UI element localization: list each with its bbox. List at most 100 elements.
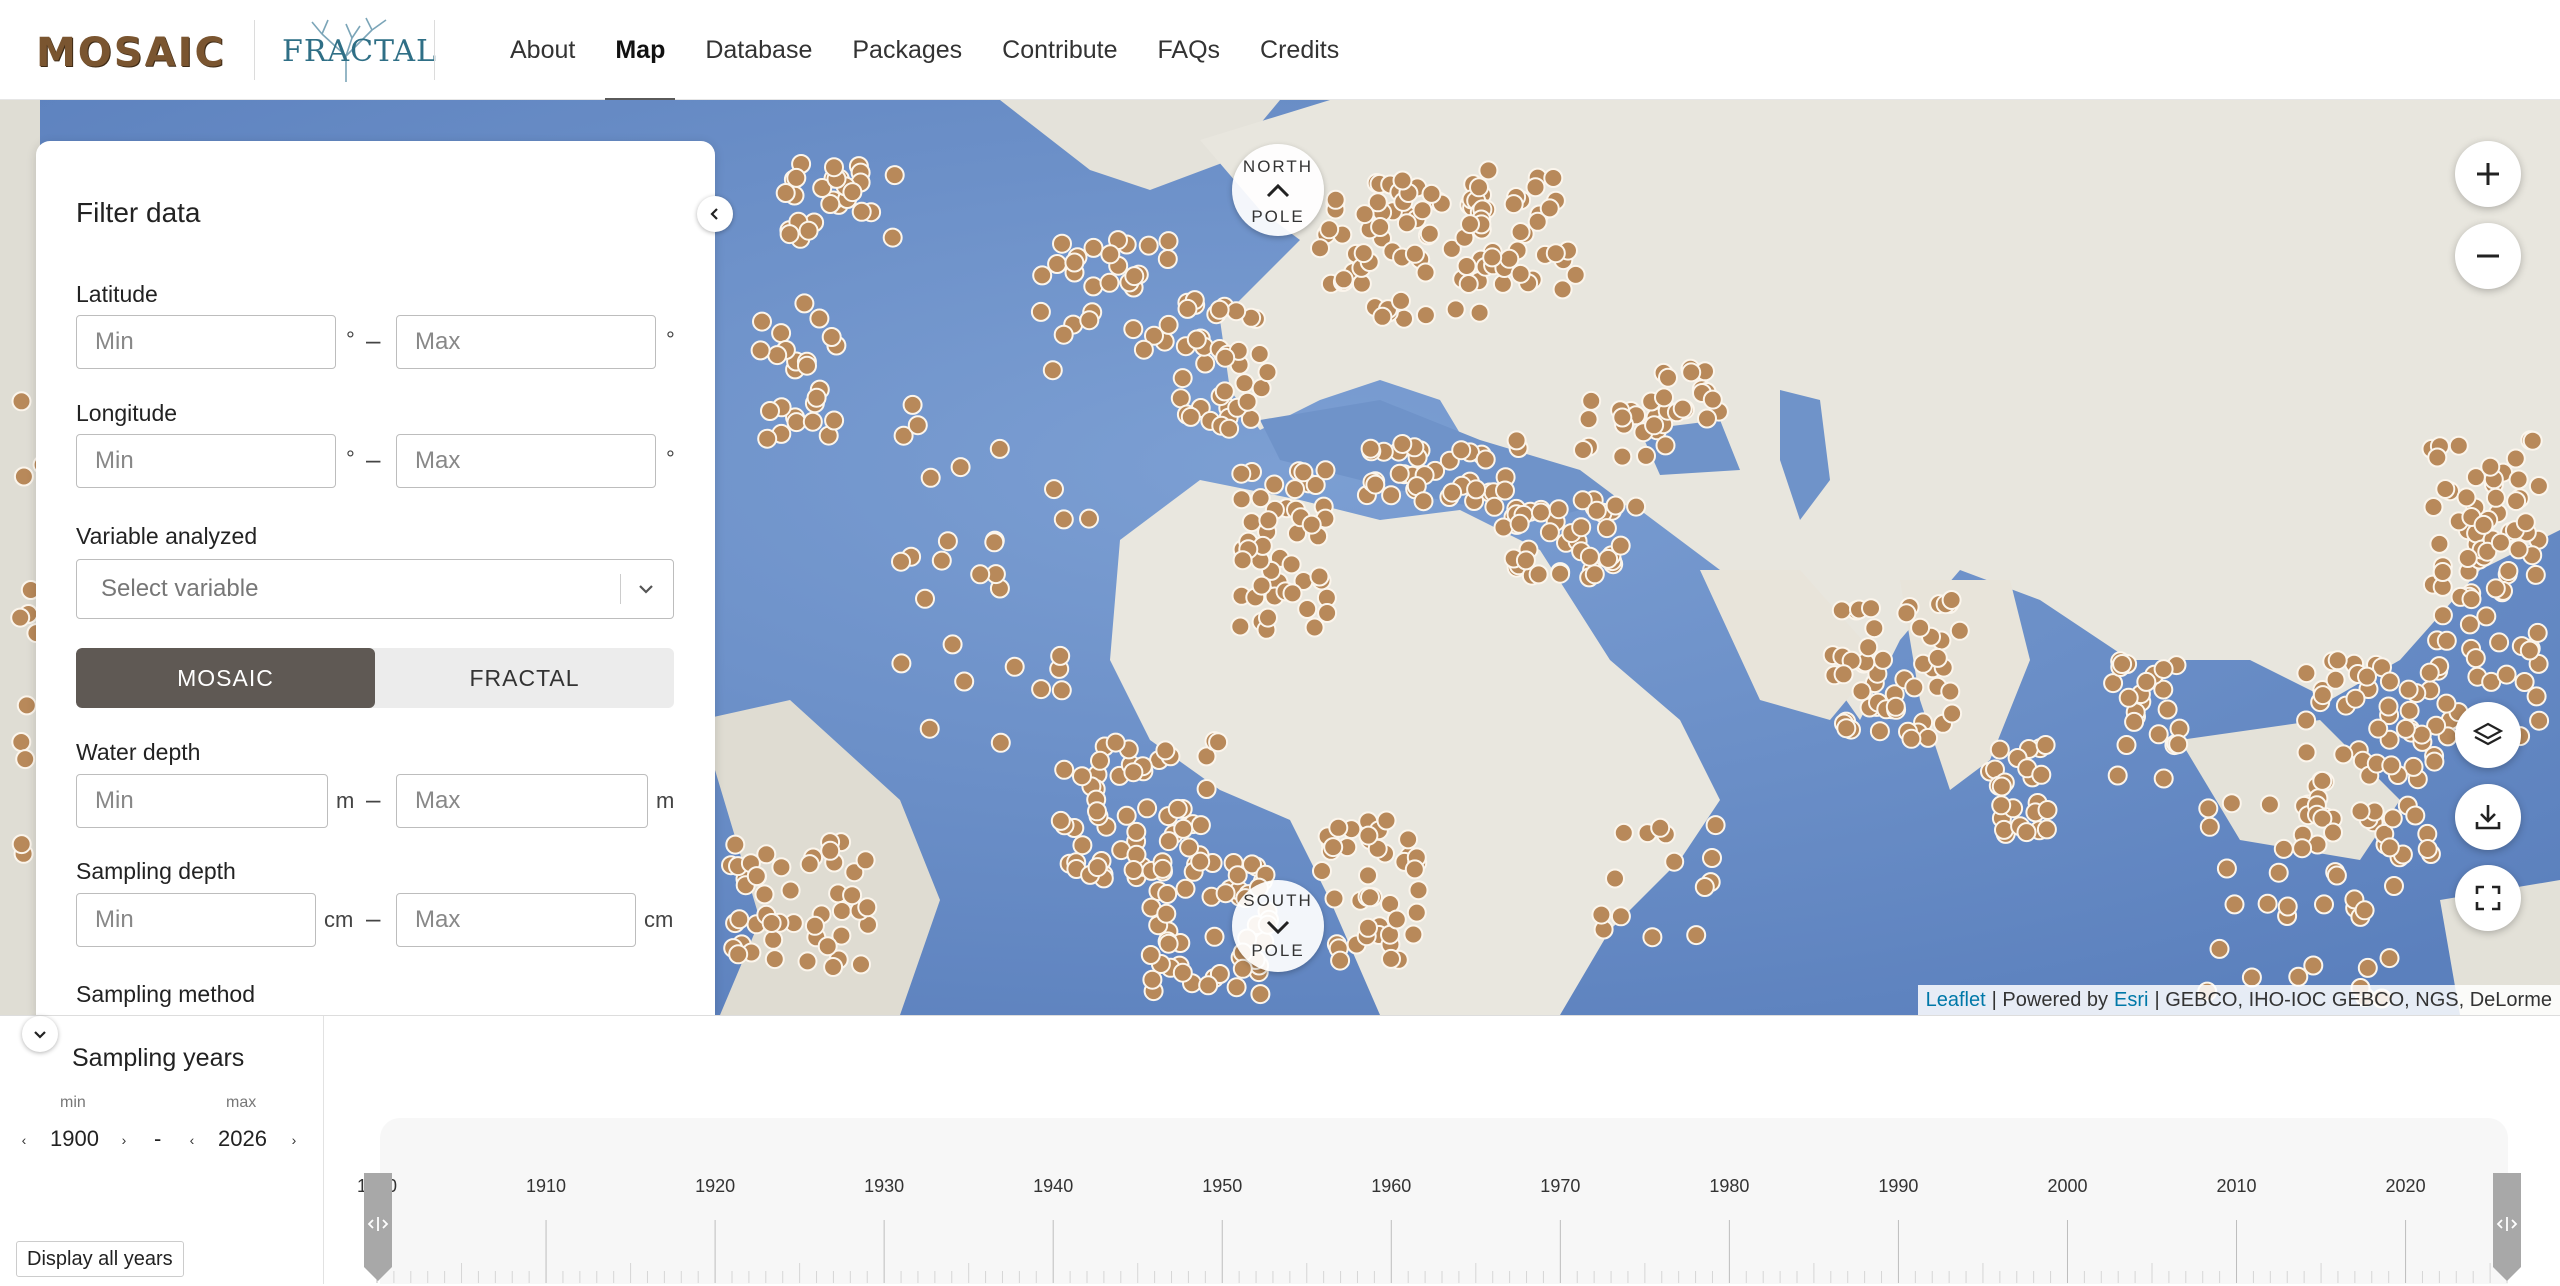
sampling-site-marker[interactable] [2473,514,2494,535]
sampling-site-marker[interactable] [1415,262,1436,283]
sampling-site-marker[interactable] [797,355,817,376]
sampling-site-marker[interactable] [1949,620,1970,641]
min-year-handle[interactable] [364,1173,392,1281]
sampling-site-marker[interactable] [1612,446,1633,467]
sampling-site-marker[interactable] [2292,838,2313,859]
sampling-site-marker[interactable] [2498,561,2519,581]
sampling-site-marker[interactable] [771,323,792,344]
sampling-site-marker[interactable] [907,415,928,436]
sampling-site-marker[interactable] [1389,463,1410,484]
sampling-site-marker[interactable] [1250,984,1271,1005]
sampling-site-marker[interactable] [15,749,36,770]
sampling-site-marker[interactable] [1851,681,1872,702]
sampling-site-marker[interactable] [1910,617,1931,638]
sampling-site-marker[interactable] [1398,829,1419,850]
max-decrement-button[interactable]: ‹ [182,1130,202,1150]
sampling-site-marker[interactable] [1123,762,1144,783]
sampling-site-marker[interactable] [2112,654,2133,674]
sampling-site-marker[interactable] [2514,672,2535,692]
nav-about[interactable]: About [490,0,595,100]
nav-faqs[interactable]: FAQs [1138,0,1241,100]
sampling-site-marker[interactable] [1586,500,1607,521]
display-all-years-button[interactable]: Display all years [16,1241,184,1277]
sampling-site-marker[interactable] [1506,430,1527,451]
sampling-site-marker[interactable] [1451,440,1472,461]
sampling-site-marker[interactable] [1991,795,2012,816]
sampling-site-marker[interactable] [831,901,852,921]
sampling-site-marker[interactable] [1408,880,1429,901]
sampling-site-marker[interactable] [1396,213,1417,234]
sampling-site-marker[interactable] [1083,276,1104,297]
sampling-site-marker[interactable] [2432,605,2453,626]
sampling-site-marker[interactable] [1004,656,1025,677]
sampling-site-marker[interactable] [1138,235,1159,256]
sampling-site-marker[interactable] [2436,630,2457,651]
sampling-site-marker[interactable] [970,564,991,585]
longitude-max-input[interactable]: Max [396,434,656,488]
sampling-site-marker[interactable] [1234,373,1255,394]
sampling-site-marker[interactable] [1249,344,1270,364]
sampling-site-marker[interactable] [1509,513,1530,534]
sampling-site-marker[interactable] [1565,264,1586,285]
sampling-site-marker[interactable] [1672,398,1693,419]
sampling-site-marker[interactable] [1177,298,1198,319]
sampling-site-marker[interactable] [2529,710,2550,731]
sampling-site-marker[interactable] [1596,518,1617,539]
toggle-fractal[interactable]: FRACTAL [375,648,674,708]
sampling-site-marker[interactable] [1901,728,1922,749]
sampling-site-marker[interactable] [2224,894,2245,915]
sampling-site-marker[interactable] [2398,679,2419,700]
sampling-site-marker[interactable] [937,531,958,552]
sampling-site-marker[interactable] [763,929,784,950]
sampling-site-marker[interactable] [1360,438,1381,459]
sampling-site-marker[interactable] [1530,502,1551,523]
sampling-site-marker[interactable] [1158,314,1179,335]
sampling-site-marker[interactable] [1644,415,1665,436]
sampling-site-marker[interactable] [2296,742,2317,763]
sampling-site-marker[interactable] [767,345,788,366]
sampling-site-marker[interactable] [1831,600,1852,621]
sampling-site-marker[interactable] [1142,969,1163,990]
sampling-site-marker[interactable] [2522,430,2543,451]
sampling-site-marker[interactable] [882,227,903,248]
sampling-site-marker[interactable] [780,880,801,901]
sampling-site-marker[interactable] [2448,435,2469,456]
sampling-site-marker[interactable] [1466,479,1487,500]
sampling-site-marker[interactable] [1445,299,1466,320]
sampling-site-marker[interactable] [1478,160,1499,181]
sampling-site-marker[interactable] [1386,909,1407,930]
sampling-site-marker[interactable] [1050,645,1071,666]
sampling-site-marker[interactable] [2241,967,2262,988]
sampling-site-marker[interactable] [1198,975,1219,996]
sampling-site-marker[interactable] [1372,306,1393,327]
sampling-site-marker[interactable] [2368,718,2389,739]
sampling-site-marker[interactable] [1482,247,1503,268]
sampling-site-marker[interactable] [1258,510,1279,531]
sampling-site-marker[interactable] [1702,389,1723,410]
sampling-site-marker[interactable] [2417,839,2438,859]
sampling-site-marker[interactable] [1539,198,1560,219]
sampling-site-marker[interactable] [2116,735,2137,755]
sampling-site-marker[interactable] [915,588,935,609]
water-depth-max-input[interactable]: Max [396,774,648,828]
sampling-site-marker[interactable] [1124,266,1145,287]
sampling-site-marker[interactable] [2312,770,2333,791]
sampling-site-marker[interactable] [1052,233,1072,254]
sampling-site-marker[interactable] [760,401,780,421]
sampling-site-marker[interactable] [919,718,940,739]
sampling-site-marker[interactable] [1510,263,1531,284]
sampling-site-marker[interactable] [942,634,963,655]
sampling-site-marker[interactable] [1237,391,1258,412]
sampling-site-marker[interactable] [2153,768,2174,789]
sampling-site-marker[interactable] [752,311,772,332]
sampling-site-marker[interactable] [799,854,820,875]
layers-button[interactable] [2455,702,2521,768]
sampling-site-marker[interactable] [2303,955,2324,976]
sampling-site-marker[interactable] [2485,578,2506,599]
sampling-site-marker[interactable] [2527,622,2548,643]
sampling-site-marker[interactable] [1613,822,1634,843]
sampling-site-marker[interactable] [2157,699,2178,720]
sampling-site-marker[interactable] [1404,243,1425,264]
sampling-site-marker[interactable] [802,411,823,432]
sampling-site-marker[interactable] [2505,448,2526,469]
